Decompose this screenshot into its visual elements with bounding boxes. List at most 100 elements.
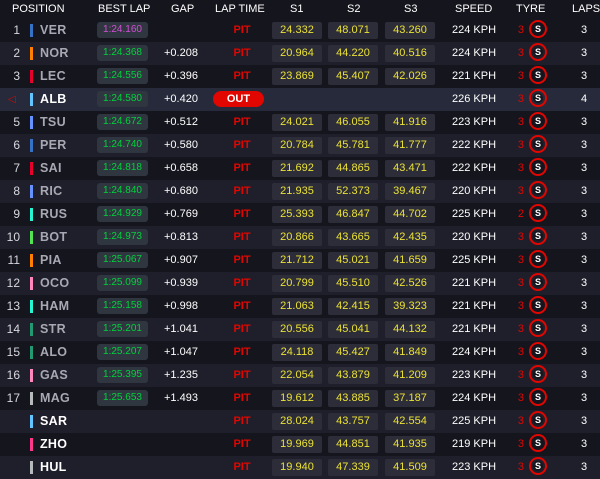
sector-2-time: 44.220: [328, 45, 378, 62]
driver-code[interactable]: RIC: [40, 180, 62, 203]
driver-code[interactable]: ALB: [40, 88, 67, 111]
table-row[interactable]: 12 OCO 1:25.099 +0.939 PIT 20.799 45.510 42.526…: [0, 272, 600, 295]
pit-status: PIT: [233, 254, 251, 266]
speed-trap: 222 KPH: [452, 162, 497, 174]
table-row[interactable]: 5 TSU 1:24.672 +0.512 PIT 24.021 46.055 41.916 2…: [0, 111, 600, 134]
table-row[interactable]: 14 STR 1:25.201 +1.041 PIT 20.556 45.041 44.132…: [0, 318, 600, 341]
lap-count: 3: [580, 415, 588, 427]
table-row[interactable]: ◁ ALB 1:24.580 +0.420 OUT 226 KPH 3 S 4: [0, 88, 600, 111]
table-row[interactable]: 13 HAM 1:25.158 +0.998 PIT 21.063 42.415 39.323…: [0, 295, 600, 318]
table-row[interactable]: 15 ALO 1:25.207 +1.047 PIT 24.118 45.427 41.849…: [0, 341, 600, 364]
header-tyre: TYRE: [516, 3, 546, 15]
speed-trap: 221 KPH: [452, 300, 497, 312]
sector-2-time: 45.407: [328, 68, 378, 85]
table-row[interactable]: 1 VER 1:24.160 PIT 24.332 48.071 43.260 224 KPH…: [0, 19, 600, 42]
table-row[interactable]: 16 GAS 1:25.395 +1.235 PIT 22.054 43.879 41.209…: [0, 364, 600, 387]
table-header: POSITION BEST LAP GAP LAP TIME S1 S2 S3 …: [0, 0, 600, 19]
tyre-age: 3: [517, 277, 524, 289]
position-number: [0, 410, 20, 433]
driver-code[interactable]: ZHO: [40, 433, 67, 456]
driver-code[interactable]: ALO: [40, 341, 67, 364]
team-color-bar: [30, 438, 33, 451]
best-lap-time: 1:25.653: [97, 390, 148, 406]
gap-to-leader: +0.420: [164, 93, 198, 105]
driver-code[interactable]: OCO: [40, 272, 69, 295]
table-row[interactable]: SAR PIT 28.024 43.757 42.554 225 KPH 3 S 3: [0, 410, 600, 433]
driver-code[interactable]: HUL: [40, 456, 67, 479]
tyre-age: 3: [517, 47, 524, 59]
soft-tyre-icon: S: [529, 342, 547, 360]
driver-code[interactable]: GAS: [40, 364, 68, 387]
driver-code[interactable]: LEC: [40, 65, 66, 88]
table-row[interactable]: ZHO PIT 19.969 44.851 41.935 219 KPH 3 S 3: [0, 433, 600, 456]
soft-tyre-icon: S: [529, 158, 547, 176]
driver-code[interactable]: SAI: [40, 157, 62, 180]
sector-3-time: 41.935: [385, 436, 435, 453]
sector-1-time: 19.940: [272, 459, 322, 476]
sector-1-time: 20.784: [272, 137, 322, 154]
team-color-bar: [30, 461, 33, 474]
tyre-age: 3: [517, 300, 524, 312]
driver-code[interactable]: STR: [40, 318, 66, 341]
table-row[interactable]: 17 MAG 1:25.653 +1.493 PIT 19.612 43.885 37.187…: [0, 387, 600, 410]
driver-code[interactable]: BOT: [40, 226, 67, 249]
lap-count: 3: [580, 47, 588, 59]
position-number: 3: [13, 69, 20, 83]
sector-1-time: 24.118: [272, 344, 322, 361]
position-number: 1: [13, 23, 20, 37]
speed-trap: 222 KPH: [452, 139, 497, 151]
tyre-compound-letter: S: [534, 392, 541, 402]
table-row[interactable]: 7 SAI 1:24.818 +0.658 PIT 21.692 44.865 43.471 2…: [0, 157, 600, 180]
driver-code[interactable]: HAM: [40, 295, 69, 318]
gap-to-leader: +1.493: [164, 392, 198, 404]
table-row[interactable]: 10 BOT 1:24.973 +0.813 PIT 20.866 43.665 42.435…: [0, 226, 600, 249]
driver-code[interactable]: RUS: [40, 203, 67, 226]
soft-tyre-icon: S: [529, 296, 547, 314]
gap-to-leader: +0.580: [164, 139, 198, 151]
speed-trap: 220 KPH: [452, 231, 497, 243]
sector-3-time: 44.702: [385, 206, 435, 223]
table-row[interactable]: 8 RIC 1:24.840 +0.680 PIT 21.935 52.373 39.467 2…: [0, 180, 600, 203]
tyre-age: 3: [517, 185, 524, 197]
tyre-age: 2: [517, 208, 524, 220]
team-color-bar: [30, 277, 33, 290]
table-row[interactable]: 11 PIA 1:25.067 +0.907 PIT 21.712 45.021 41.659…: [0, 249, 600, 272]
team-color-bar: [30, 93, 33, 106]
table-row[interactable]: HUL PIT 19.940 47.339 41.509 223 KPH 3 S 3: [0, 456, 600, 479]
driver-code[interactable]: TSU: [40, 111, 66, 134]
speed-trap: 221 KPH: [452, 277, 497, 289]
team-color-bar: [30, 139, 33, 152]
lap-count: 3: [580, 438, 588, 450]
driver-code[interactable]: VER: [40, 19, 67, 42]
driver-code[interactable]: NOR: [40, 42, 69, 65]
sector-3-time: 39.323: [385, 298, 435, 315]
table-row[interactable]: 6 PER 1:24.740 +0.580 PIT 20.784 45.781 41.777 2…: [0, 134, 600, 157]
soft-tyre-icon: S: [529, 434, 547, 452]
sector-2-time: 43.879: [328, 367, 378, 384]
sector-2-time: 45.781: [328, 137, 378, 154]
driver-code[interactable]: PIA: [40, 249, 62, 272]
table-row[interactable]: 2 NOR 1:24.368 +0.208 PIT 20.964 44.220 40.516 2…: [0, 42, 600, 65]
tyre-compound-letter: S: [534, 323, 541, 333]
soft-tyre-icon: S: [529, 112, 547, 130]
sector-2-time: 45.041: [328, 321, 378, 338]
pit-status: PIT: [233, 116, 251, 128]
position-number: [0, 88, 20, 111]
pit-status: PIT: [233, 300, 251, 312]
table-row[interactable]: 9 RUS 1:24.929 +0.769 PIT 25.393 46.847 44.702 2…: [0, 203, 600, 226]
header-laps: LAPS: [572, 3, 600, 15]
gap-to-leader: +0.512: [164, 116, 198, 128]
tyre-compound-letter: S: [534, 231, 541, 241]
out-lap-badge: OUT: [213, 91, 264, 107]
sector-1-time: 24.021: [272, 114, 322, 131]
lap-count: 3: [580, 254, 588, 266]
pit-status: PIT: [233, 323, 251, 335]
driver-code[interactable]: MAG: [40, 387, 70, 410]
table-row[interactable]: 3 LEC 1:24.556 +0.396 PIT 23.869 45.407 42.026 2…: [0, 65, 600, 88]
header-lap-time: LAP TIME: [215, 3, 265, 15]
driver-code[interactable]: SAR: [40, 410, 67, 433]
soft-tyre-icon: S: [529, 273, 547, 291]
team-color-bar: [30, 208, 33, 221]
sector-2-time: 45.021: [328, 252, 378, 269]
driver-code[interactable]: PER: [40, 134, 67, 157]
